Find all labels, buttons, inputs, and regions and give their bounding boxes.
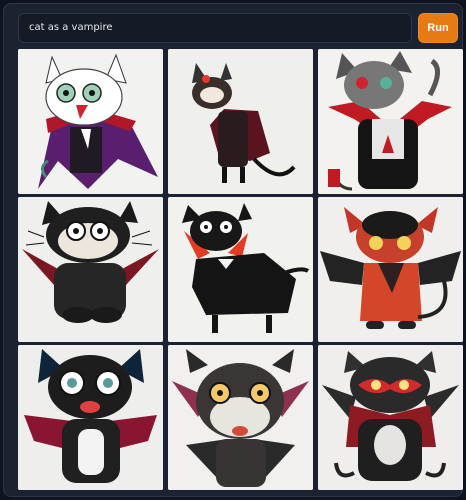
- vampire-cat-image-7: [18, 345, 163, 490]
- vampire-cat-image-3: [318, 49, 463, 194]
- vampire-cat-image-1: [18, 49, 163, 194]
- result-image-3[interactable]: [318, 49, 463, 194]
- app-frame: cat as a vampire Run: [3, 3, 463, 497]
- result-image-7[interactable]: [18, 345, 163, 490]
- image-grid: [18, 49, 463, 490]
- result-image-6[interactable]: [318, 197, 463, 342]
- prompt-input[interactable]: cat as a vampire: [18, 13, 412, 43]
- vampire-cat-image-6: [318, 197, 463, 342]
- vampire-cat-image-5: [168, 197, 313, 342]
- run-button[interactable]: Run: [418, 13, 458, 43]
- vampire-cat-image-9: [318, 345, 463, 490]
- vampire-cat-image-2: [168, 49, 313, 194]
- result-image-5[interactable]: [168, 197, 313, 342]
- result-image-4[interactable]: [18, 197, 163, 342]
- result-image-1[interactable]: [18, 49, 163, 194]
- vampire-cat-image-4: [18, 197, 163, 342]
- result-image-9[interactable]: [318, 345, 463, 490]
- vampire-cat-image-8: [168, 345, 313, 490]
- result-image-2[interactable]: [168, 49, 313, 194]
- result-image-8[interactable]: [168, 345, 313, 490]
